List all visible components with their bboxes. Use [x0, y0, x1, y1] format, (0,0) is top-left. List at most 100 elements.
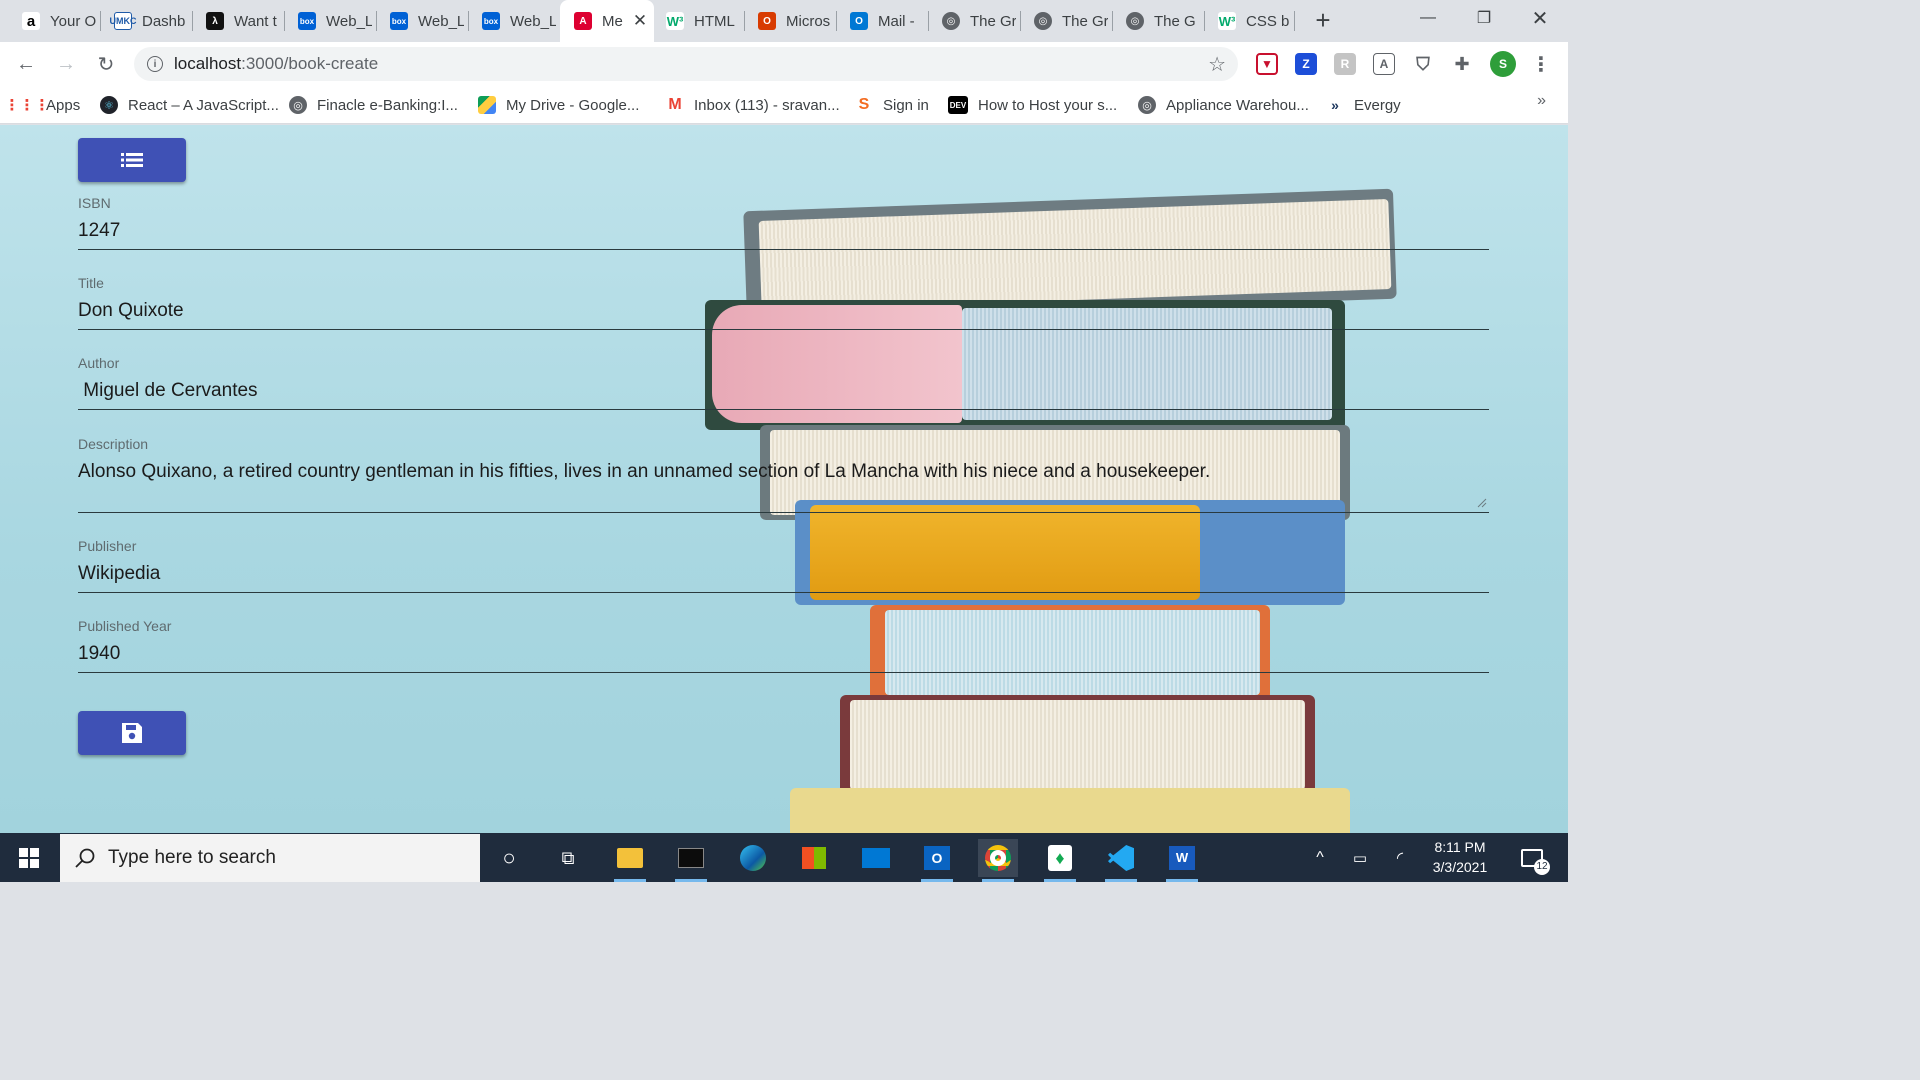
description-field[interactable]: Description Alonso Quixano, a retired co… [78, 436, 1489, 514]
box-icon: box [390, 12, 408, 30]
author-label: Author [78, 355, 120, 371]
isbn-field[interactable]: ISBN 1247 [78, 195, 1489, 251]
isbn-input[interactable]: 1247 [78, 220, 1489, 242]
isbn-underline [78, 249, 1489, 250]
browser-tab[interactable]: box Web_L [284, 0, 372, 42]
battery-icon[interactable]: ▭ [1340, 839, 1380, 877]
show-hidden-icons-chevron-icon[interactable]: ^ [1300, 839, 1340, 877]
sign-in-icon: S [855, 96, 873, 114]
title-field[interactable]: Title Don Quixote [78, 275, 1489, 331]
file-explorer-icon[interactable] [610, 839, 650, 882]
more-bookmarks-icon[interactable]: » [1537, 92, 1546, 110]
bookmark-item[interactable]: M Inbox (113) - sravan... [666, 94, 840, 116]
vscode-icon[interactable] [1101, 839, 1141, 882]
browser-menu-icon[interactable]: ⋮ [1530, 53, 1552, 76]
extension-icon[interactable]: A [1373, 53, 1395, 75]
globe-icon: ◎ [942, 12, 960, 30]
word-icon[interactable]: W [1162, 839, 1202, 882]
store-icon[interactable] [794, 839, 834, 877]
bookmarks-bar: ⋮⋮⋮ Apps ⚛ React – A JavaScript... ◎ Fin… [0, 86, 1568, 124]
cortana-icon[interactable]: ○ [489, 839, 529, 877]
title-input[interactable]: Don Quixote [78, 300, 1489, 322]
list-icon [121, 153, 143, 167]
minimize-icon[interactable]: — [1400, 0, 1456, 36]
windows-taskbar: Type here to search ○ ⧉ O ♦ W ^ ▭ ◜ 8:11… [0, 833, 1568, 882]
bookmark-item[interactable]: S Sign in [855, 94, 929, 116]
title-label: Title [78, 275, 104, 291]
author-input[interactable]: Miguel de Cervantes [78, 380, 1489, 402]
wifi-icon[interactable]: ◜ [1380, 839, 1420, 877]
description-textarea[interactable]: Alonso Quixano, a retired country gentle… [78, 461, 1489, 483]
resize-handle-icon[interactable] [1477, 498, 1487, 508]
edge-icon[interactable] [733, 839, 773, 877]
author-field[interactable]: Author Miguel de Cervantes [78, 355, 1489, 411]
browser-tab-active[interactable]: A Me ✕ [560, 0, 654, 42]
browser-tab[interactable]: UMKC Dashb [100, 0, 188, 42]
browser-tab[interactable]: ◎ The Gr [1020, 0, 1108, 42]
shield-extension-icon[interactable]: ⛉ [1412, 53, 1434, 75]
notification-count-badge: 12 [1534, 859, 1550, 875]
windows-logo-icon [19, 847, 39, 868]
zotero-extension-icon[interactable]: Z [1295, 53, 1317, 75]
task-view-icon[interactable]: ⧉ [548, 839, 588, 877]
publisher-label: Publisher [78, 538, 137, 554]
search-placeholder: Type here to search [108, 847, 276, 868]
back-icon[interactable]: ← [12, 50, 40, 78]
search-icon [75, 848, 95, 868]
close-window-icon[interactable]: ✕ [1512, 0, 1568, 36]
extension-icon[interactable]: R [1334, 53, 1356, 75]
forward-icon[interactable]: → [52, 50, 80, 78]
pocket-extension-icon[interactable]: ▼ [1256, 53, 1278, 75]
published-year-field[interactable]: Published Year 1940 [78, 618, 1489, 674]
taskbar-search-box[interactable]: Type here to search [60, 834, 480, 882]
browser-tab[interactable]: box Web_L [468, 0, 556, 42]
browser-tab[interactable]: O Micros [744, 0, 832, 42]
browser-toolbar: ← → ↻ i localhost:3000/book-create ☆ ▼ Z… [0, 42, 1568, 86]
save-button[interactable] [78, 711, 186, 755]
outlook-icon[interactable]: O [917, 839, 957, 882]
publisher-field[interactable]: Publisher Wikipedia [78, 538, 1489, 594]
bookmark-item[interactable]: ◎ Finacle e-Banking:I... [289, 94, 458, 116]
reload-icon[interactable]: ↻ [92, 50, 120, 78]
browser-tab[interactable]: ◎ The G [1112, 0, 1200, 42]
browser-tab[interactable]: λ Want t [192, 0, 280, 42]
notification-center-icon[interactable]: 12 [1512, 839, 1552, 877]
chrome-icon[interactable] [978, 839, 1018, 882]
browser-tab[interactable]: W³ HTML [652, 0, 740, 42]
description-underline [78, 512, 1489, 513]
angular-icon: A [574, 12, 592, 30]
book-list-button[interactable] [78, 138, 186, 182]
bookmark-item[interactable]: ⚛ React – A JavaScript... [100, 94, 279, 116]
google-drive-icon [478, 96, 496, 114]
bookmark-apps[interactable]: ⋮⋮⋮ Apps [5, 94, 81, 116]
publisher-input[interactable]: Wikipedia [78, 563, 1489, 585]
extensions-puzzle-icon[interactable]: ✚ [1451, 53, 1473, 75]
mongodb-compass-icon[interactable]: ♦ [1040, 839, 1080, 882]
bookmark-item[interactable]: My Drive - Google... [478, 94, 639, 116]
globe-icon: ◎ [289, 96, 307, 114]
browser-tab[interactable]: ◎ The Gr [928, 0, 1016, 42]
bookmark-item[interactable]: » Evergy [1326, 94, 1401, 116]
browser-tab[interactable]: O Mail - [836, 0, 924, 42]
browser-tab[interactable]: W³ CSS b [1204, 0, 1292, 42]
start-button[interactable] [0, 833, 58, 882]
restore-icon[interactable]: ❐ [1456, 0, 1512, 36]
bookmark-star-icon[interactable]: ☆ [1208, 52, 1226, 77]
mail-icon[interactable] [856, 839, 896, 877]
bookmark-item[interactable]: DEV How to Host your s... [948, 94, 1117, 116]
system-clock[interactable]: 8:11 PM 3/3/2021 [1420, 837, 1500, 877]
clock-time: 8:11 PM [1434, 839, 1486, 855]
bookmark-item[interactable]: ◎ Appliance Warehou... [1138, 94, 1309, 116]
site-info-icon[interactable]: i [147, 56, 163, 72]
browser-tab[interactable]: a Your O [8, 0, 96, 42]
publisher-underline [78, 592, 1489, 593]
address-bar[interactable]: i localhost:3000/book-create ☆ [134, 47, 1238, 81]
browser-tab[interactable]: box Web_L [376, 0, 464, 42]
terminal-icon[interactable] [671, 839, 711, 882]
outlook-icon: O [850, 12, 868, 30]
new-tab-button[interactable]: + [1309, 6, 1337, 34]
close-tab-icon[interactable]: ✕ [633, 11, 647, 31]
published-year-label: Published Year [78, 618, 172, 634]
profile-avatar[interactable]: S [1490, 51, 1516, 77]
published-year-input[interactable]: 1940 [78, 643, 1489, 665]
